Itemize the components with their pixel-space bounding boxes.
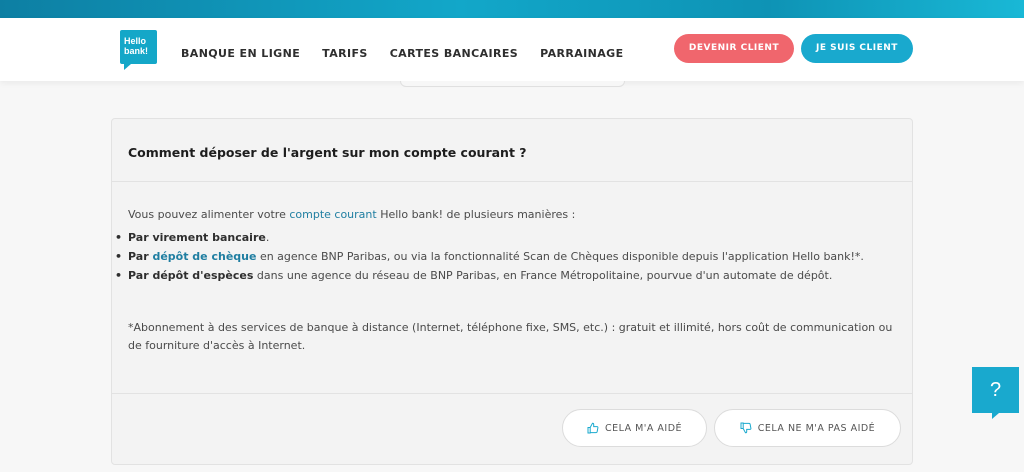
bullet-virement-text: . — [265, 231, 270, 244]
devenir-client-button[interactable]: DEVENIR CLIENT — [674, 34, 794, 63]
intro-text-start: Vous pouvez alimenter votre — [128, 208, 290, 221]
faq-answer: Vous pouvez alimenter votre compte coura… — [112, 182, 912, 355]
nav-cartes-bancaires[interactable]: CARTES BANCAIRES — [390, 47, 518, 60]
helpful-label: CELA M'A AIDÉ — [604, 422, 683, 434]
depot-de-cheque-link[interactable]: dépôt de chèque — [152, 250, 256, 263]
compte-courant-link[interactable]: compte courant — [289, 208, 376, 221]
bullet-especes-bold: Par dépôt d'espèces — [128, 269, 254, 282]
deposit-methods-list: Par virement bancaire. Par dépôt de chèq… — [112, 231, 896, 283]
not-helpful-label: CELA NE M'A PAS AIDÉ — [757, 422, 876, 434]
bullet-virement-bold: Par virement bancaire — [128, 231, 266, 244]
faq-card: Comment déposer de l'argent sur mon comp… — [111, 118, 913, 465]
nav-tarifs[interactable]: TARIFS — [322, 47, 368, 60]
bullet-cheque-bold: Par — [128, 250, 153, 263]
list-item: Par virement bancaire. — [112, 231, 896, 245]
nav-banque-en-ligne[interactable]: BANQUE EN LIGNE — [181, 47, 300, 60]
hello-bank-logo[interactable]: Hello bank! — [120, 30, 157, 70]
helpful-button[interactable]: CELA M'A AIDÉ — [562, 409, 707, 447]
site-header: Hello bank! BANQUE EN LIGNE TARIFS CARTE… — [0, 18, 1024, 81]
faq-footnote: *Abonnement à des services de banque à d… — [128, 321, 893, 352]
thumbs-up-icon — [587, 422, 599, 434]
faq-question: Comment déposer de l'argent sur mon comp… — [128, 145, 527, 160]
main-nav: BANQUE EN LIGNE TARIFS CARTES BANCAIRES … — [181, 47, 646, 60]
question-mark-icon: ? — [989, 379, 1002, 401]
logo-line-2: bank! — [124, 46, 149, 56]
faq-intro: Vous pouvez alimenter votre compte coura… — [128, 208, 896, 222]
list-item: Par dépôt d'espèces dans une agence du r… — [112, 269, 896, 283]
list-item: Par dépôt de chèque en agence BNP Pariba… — [112, 250, 896, 264]
bullet-especes-text: dans une agence du réseau de BNP Paribas… — [253, 269, 833, 282]
search-tab-edge — [400, 81, 625, 87]
thumbs-down-icon — [740, 422, 752, 434]
nav-parrainage[interactable]: PARRAINAGE — [540, 47, 623, 60]
help-chat-button[interactable]: ? — [972, 367, 1019, 419]
je-suis-client-button[interactable]: JE SUIS CLIENT — [801, 34, 913, 63]
logo-line-1: Hello — [124, 36, 147, 46]
bullet-cheque-text: en agence BNP Paribas, ou via la fonctio… — [256, 250, 864, 263]
top-banner-band — [0, 0, 1024, 18]
feedback-bar: CELA M'A AIDÉ CELA NE M'A PAS AIDÉ — [112, 393, 912, 465]
not-helpful-button[interactable]: CELA NE M'A PAS AIDÉ — [714, 409, 901, 447]
intro-text-end: Hello bank! de plusieurs manières : — [376, 208, 576, 221]
faq-card-header: Comment déposer de l'argent sur mon comp… — [112, 119, 912, 182]
